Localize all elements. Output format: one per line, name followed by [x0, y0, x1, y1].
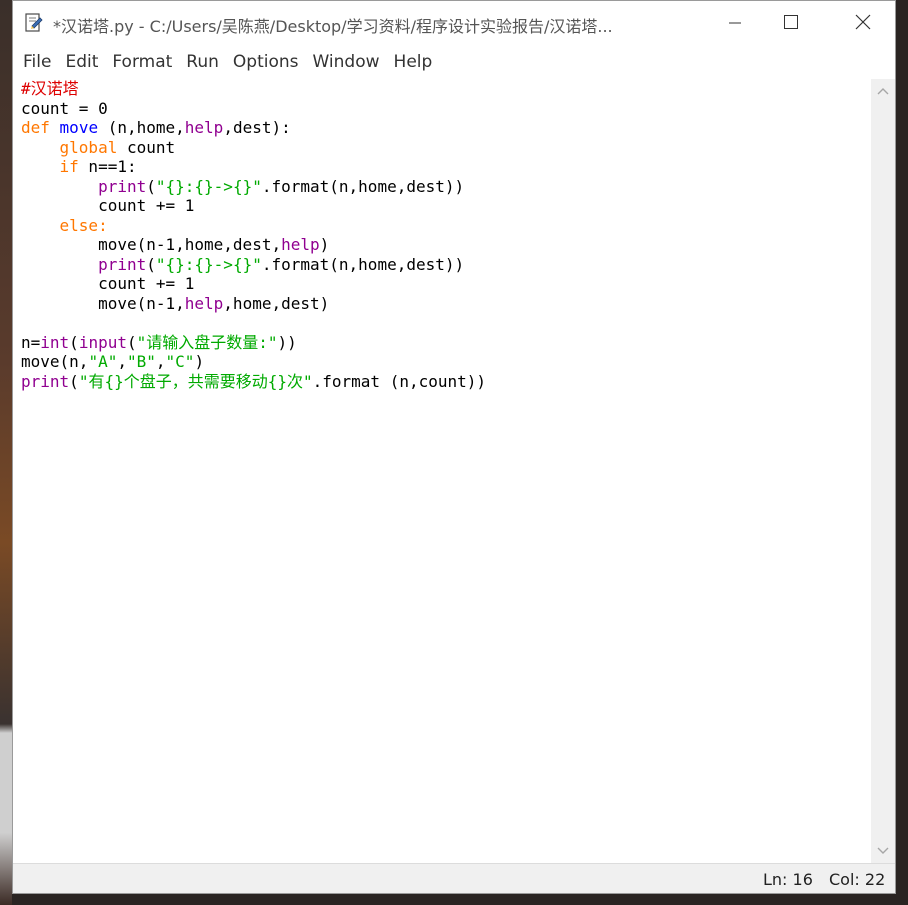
- builtin: print: [98, 254, 147, 274]
- builtin: print: [21, 371, 70, 391]
- close-button[interactable]: [835, 1, 891, 47]
- string-literal: "有{}个盘子，共需要移动{}次": [78, 371, 313, 391]
- menu-options[interactable]: Options: [231, 47, 309, 77]
- vertical-scrollbar[interactable]: [871, 79, 895, 863]
- maximize-icon: [783, 14, 799, 35]
- python-file-icon: [23, 12, 45, 34]
- code-line-1: #汉诺塔: [21, 79, 79, 98]
- code-text-segment: (n,home,: [98, 118, 185, 137]
- menu-file[interactable]: File: [21, 47, 61, 77]
- code-line-11: count += 1: [98, 274, 195, 293]
- close-icon: [855, 14, 871, 35]
- code-text-segment: (: [126, 332, 137, 352]
- code-line-12: move(n-1,help,home,dest): [98, 294, 329, 313]
- code-text-segment: n=: [21, 332, 41, 352]
- builtin: help: [184, 118, 224, 137]
- status-line-number: Ln: 16: [763, 870, 813, 889]
- comment: #汉诺塔: [21, 79, 79, 98]
- code-text-segment: n==1:: [78, 157, 137, 176]
- code-text-segment: :: [98, 215, 108, 235]
- code-line-8: else:: [60, 216, 108, 235]
- code-line-14: n=int(input("请输入盘子数量:")): [21, 333, 297, 352]
- builtin: help: [184, 293, 224, 313]
- minimize-button[interactable]: [707, 1, 763, 47]
- minimize-icon: [728, 14, 742, 35]
- code-line-3: def move (n,home,help,dest):: [21, 118, 291, 137]
- string-literal: "{}:{}->{}": [155, 254, 262, 274]
- code-line-2: count = 0: [21, 98, 108, 118]
- code-line-16: print("有{}个盘子，共需要移动{}次".format (n,count)…: [21, 372, 486, 391]
- code-text-segment: move(n,: [21, 352, 89, 371]
- menu-edit[interactable]: Edit: [63, 47, 108, 77]
- title-bar[interactable]: *汉诺塔.py - C:/Users/吴陈燕/Desktop/学习资料/程序设计…: [13, 1, 895, 47]
- code-text-segment: .format(n,home,dest)): [261, 176, 465, 196]
- code-text-segment: (: [69, 371, 79, 391]
- string-literal: "{}:{}->{}": [155, 176, 262, 196]
- code-line-6: print("{}:{}->{}".format(n,home,dest)): [98, 177, 464, 196]
- builtin: input: [78, 332, 127, 352]
- code-text-segment: count: [117, 137, 176, 157]
- code-text-segment: .format(n,home,dest)): [261, 254, 465, 274]
- string-literal: "C": [165, 352, 195, 371]
- idle-editor-window: *汉诺塔.py - C:/Users/吴陈燕/Desktop/学习资料/程序设计…: [12, 0, 896, 894]
- maximize-button[interactable]: [763, 1, 819, 47]
- code-text-segment: (: [69, 332, 79, 352]
- status-bar: Ln: 16 Col: 22: [13, 863, 895, 893]
- window-title: *汉诺塔.py - C:/Users/吴陈燕/Desktop/学习资料/程序设计…: [53, 17, 613, 36]
- keyword: global: [59, 137, 118, 157]
- builtin: print: [98, 176, 147, 196]
- code-text-segment: ,: [155, 352, 166, 371]
- code-line-15: move(n,"A","B","C"): [21, 352, 204, 371]
- code-text-segment: (: [146, 176, 156, 196]
- code-text-segment: )): [277, 332, 297, 352]
- code-text-segment: ,home,dest): [223, 293, 330, 313]
- code-text[interactable]: #汉诺塔 count = 0 def move (n,home,help,des…: [21, 79, 486, 391]
- code-line-9: move(n-1,home,dest,help): [98, 235, 329, 254]
- string-literal: "请输入盘子数量:": [136, 332, 278, 352]
- code-line-4: global count: [60, 138, 176, 157]
- menu-help[interactable]: Help: [392, 47, 443, 77]
- status-column-number: Col: 22: [829, 870, 886, 889]
- code-text-segment: ): [319, 235, 330, 254]
- scroll-down-icon[interactable]: [871, 841, 895, 861]
- builtin: int: [40, 332, 70, 352]
- code-text-segment: (: [146, 254, 156, 274]
- code-line-5: if n==1:: [60, 157, 137, 176]
- code-editor[interactable]: #汉诺塔 count = 0 def move (n,home,help,des…: [13, 79, 871, 863]
- string-literal: "B": [126, 352, 156, 371]
- menu-window[interactable]: Window: [311, 47, 390, 77]
- code-text-segment: move(n-1,home,dest,: [98, 235, 282, 254]
- keyword: def: [21, 118, 50, 137]
- keyword: if: [59, 157, 79, 176]
- code-text-segment: ,: [117, 352, 127, 371]
- code-line-7: count += 1: [98, 196, 195, 215]
- code-text-segment: ,dest):: [223, 118, 291, 137]
- desktop-background: [0, 0, 12, 905]
- scroll-up-icon[interactable]: [871, 81, 895, 101]
- code-line-10: print("{}:{}->{}".format(n,home,dest)): [98, 255, 464, 274]
- builtin: help: [281, 235, 320, 254]
- function-name: move: [59, 118, 99, 137]
- keyword: else: [59, 215, 99, 235]
- menu-format[interactable]: Format: [110, 47, 182, 77]
- code-text-segment: ): [194, 352, 205, 371]
- string-literal: "A": [88, 352, 118, 371]
- code-text-segment: move(n-1,: [98, 293, 185, 313]
- menu-run[interactable]: Run: [184, 47, 229, 77]
- code-text-segment: .format (n,count)): [312, 371, 487, 391]
- menu-bar: File Edit Format Run Options Window Help: [13, 47, 895, 77]
